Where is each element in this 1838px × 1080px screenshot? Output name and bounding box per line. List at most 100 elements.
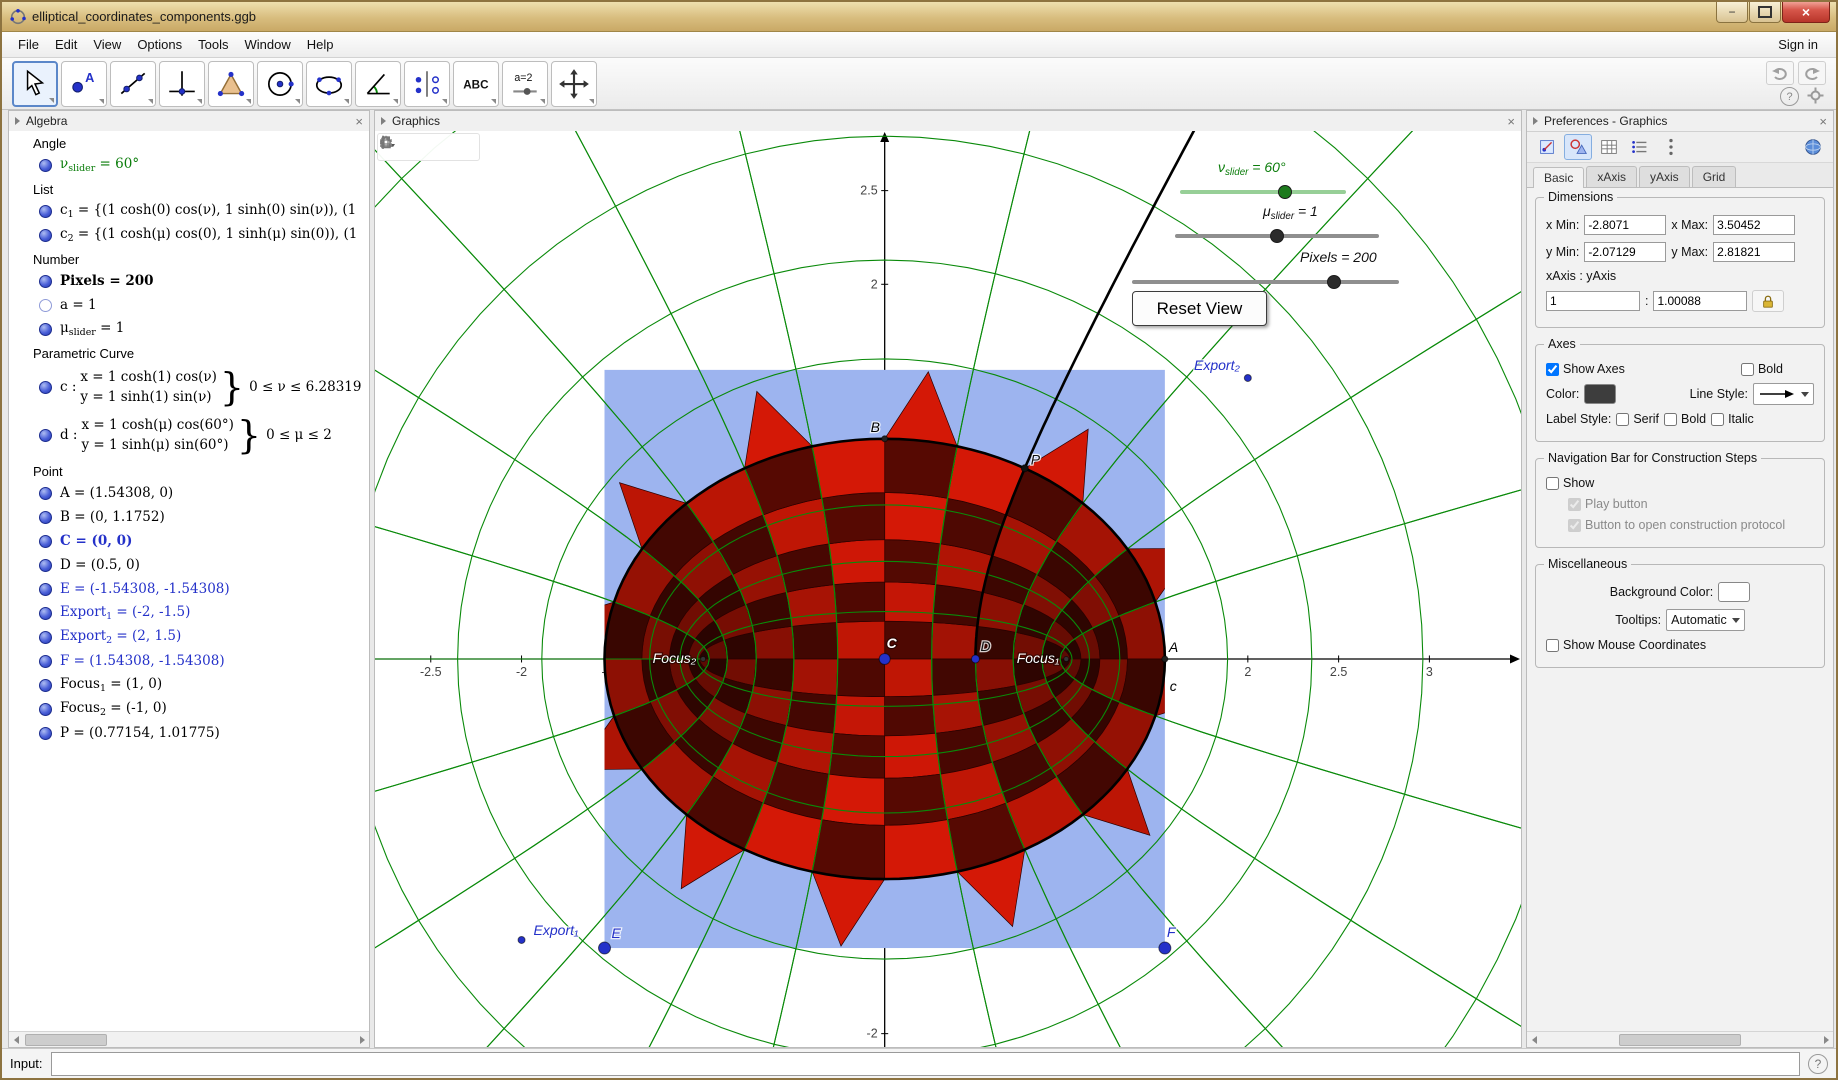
menu-window[interactable]: Window (236, 33, 298, 56)
text-tool[interactable]: ABC (453, 61, 499, 107)
visibility-marble[interactable] (39, 323, 52, 336)
show-navbar-checkbox[interactable] (1546, 477, 1559, 490)
algebra-item[interactable]: F = (1.54308, -1.54308) (9, 649, 369, 673)
tool-dropdown-icon[interactable] (344, 99, 349, 104)
slider-tool[interactable]: a=2 (502, 61, 548, 107)
point-b[interactable] (882, 436, 888, 442)
algebra-item[interactable]: Export2 = (2, 1.5) (9, 625, 369, 649)
visibility-marble[interactable] (39, 583, 52, 596)
spreadsheet-view-icon[interactable] (1595, 134, 1623, 160)
axes-color-swatch[interactable] (1584, 384, 1616, 404)
tool-dropdown-icon[interactable] (540, 99, 545, 104)
tool-dropdown-icon[interactable] (99, 99, 104, 104)
graphics-view-icon[interactable] (1564, 134, 1592, 160)
panel-menu-icon[interactable] (381, 117, 386, 125)
nu-slider-track[interactable] (1180, 190, 1346, 194)
menu-view[interactable]: View (85, 33, 129, 56)
conic-tool[interactable] (306, 61, 352, 107)
circle-tool[interactable] (257, 61, 303, 107)
point-export1[interactable] (518, 936, 525, 943)
point-e[interactable] (599, 942, 611, 954)
ymax-input[interactable] (1713, 242, 1795, 262)
menu-file[interactable]: File (10, 33, 47, 56)
line-tool[interactable] (110, 61, 156, 107)
reflect-tool[interactable] (404, 61, 450, 107)
algebra-item[interactable]: C = (0, 0) (9, 529, 369, 553)
algebra-item[interactable]: νslider = 60° (9, 153, 369, 177)
grid-toggle-icon[interactable] (405, 136, 427, 158)
tab-grid[interactable]: Grid (1692, 166, 1737, 187)
point-a[interactable] (1162, 656, 1168, 662)
bold-axes-checkbox[interactable] (1741, 363, 1754, 376)
algebra-item[interactable]: a = 1 (9, 293, 369, 317)
capture-menu-icon[interactable] (455, 136, 477, 158)
point-p[interactable] (1021, 465, 1028, 472)
ratio-x-input[interactable] (1546, 291, 1640, 311)
visibility-marble[interactable] (39, 205, 52, 218)
move-tool[interactable] (12, 61, 58, 107)
command-input[interactable] (51, 1052, 1800, 1076)
tool-dropdown-icon[interactable] (246, 99, 251, 104)
graphics-view[interactable]: -2.5-2-1.5-1-0.50.511.522.53-2-1.5-1-0.5… (375, 131, 1521, 1047)
tool-dropdown-icon[interactable] (491, 99, 496, 104)
mouse-coordinates-checkbox[interactable] (1546, 639, 1559, 652)
visibility-marble[interactable] (39, 535, 52, 548)
bold-label-checkbox[interactable] (1664, 413, 1677, 426)
pixels-slider-knob[interactable] (1327, 275, 1341, 289)
algebra-item[interactable]: B = (0, 1.1752) (9, 505, 369, 529)
protocol-button-checkbox[interactable] (1568, 519, 1581, 532)
pixels-slider[interactable]: Pixels = 200 (1132, 273, 1399, 293)
scrollbar-thumb[interactable] (1619, 1034, 1741, 1046)
perpendicular-tool[interactable] (159, 61, 205, 107)
algebra-item[interactable]: μslider = 1 (9, 317, 369, 341)
visibility-marble[interactable] (39, 607, 52, 620)
mu-slider-knob[interactable] (1270, 229, 1284, 243)
visibility-marble[interactable] (39, 727, 52, 740)
menu-help[interactable]: Help (299, 33, 342, 56)
objects-properties-icon[interactable] (1533, 134, 1561, 160)
help-icon[interactable]: ? (1780, 87, 1799, 106)
visibility-marble[interactable] (39, 429, 52, 442)
nu-slider[interactable]: νslider = 60° (1180, 183, 1346, 203)
tooltips-dropdown[interactable]: Automatic (1666, 609, 1745, 631)
redo-button[interactable] (1798, 61, 1826, 85)
visibility-marble[interactable] (39, 679, 52, 692)
line-style-dropdown[interactable] (1753, 383, 1814, 405)
construction-protocol-icon[interactable] (1626, 134, 1654, 160)
preferences-hscrollbar[interactable] (1527, 1031, 1833, 1047)
point-export2[interactable] (1244, 374, 1251, 381)
panel-menu-icon[interactable] (15, 117, 20, 125)
move-view-tool[interactable] (551, 61, 597, 107)
algebra-item[interactable]: E = (-1.54308, -1.54308) (9, 577, 369, 601)
play-button-checkbox[interactable] (1568, 498, 1581, 511)
point-focus1[interactable] (1064, 656, 1069, 661)
maximize-button[interactable] (1749, 2, 1781, 23)
point-d[interactable] (971, 655, 979, 663)
point-focus2[interactable] (701, 656, 706, 661)
algebra-item[interactable]: P = (0.77154, 1.01775) (9, 721, 369, 745)
point-tool[interactable]: A (61, 61, 107, 107)
close-button[interactable]: × (1782, 2, 1830, 23)
tool-dropdown-icon[interactable] (393, 99, 398, 104)
tool-dropdown-icon[interactable] (148, 99, 153, 104)
close-icon[interactable]: × (1819, 114, 1827, 129)
input-help-icon[interactable]: ? (1808, 1054, 1828, 1074)
algebra-item[interactable]: Pixels = 200 (9, 269, 369, 293)
scrollbar-thumb[interactable] (25, 1034, 107, 1046)
home-view-icon[interactable] (430, 136, 452, 158)
point-c[interactable] (879, 653, 890, 664)
algebra-hscrollbar[interactable] (9, 1031, 369, 1047)
layout-options-icon[interactable] (1657, 134, 1685, 160)
algebra-item[interactable]: c :x = 1 cosh(1) cos(ν)y = 1 sinh(1) sin… (9, 363, 369, 411)
visibility-marble[interactable] (39, 299, 52, 312)
undo-button[interactable] (1766, 61, 1794, 85)
close-icon[interactable]: × (1507, 114, 1515, 129)
close-icon[interactable]: × (355, 114, 363, 129)
visibility-marble[interactable] (39, 275, 52, 288)
visibility-marble[interactable] (39, 159, 52, 172)
title-bar[interactable]: elliptical_coordinates_components.ggb − … (2, 2, 1836, 32)
visibility-marble[interactable] (39, 487, 52, 500)
algebra-item[interactable]: d :x = 1 cosh(μ) cos(60°)y = 1 sinh(μ) s… (9, 411, 369, 459)
global-settings-icon[interactable] (1799, 134, 1827, 160)
tool-dropdown-icon[interactable] (197, 99, 202, 104)
